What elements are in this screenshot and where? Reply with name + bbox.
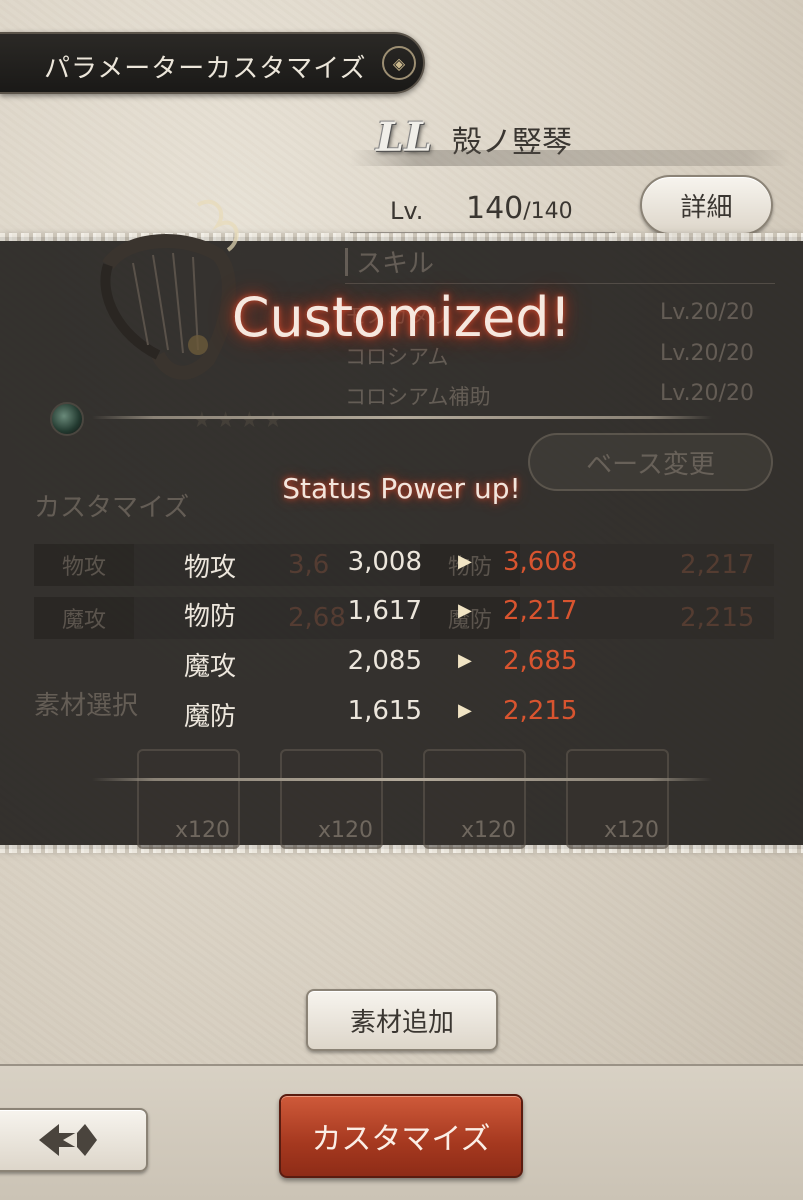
divider (92, 778, 712, 781)
stat-row: 物防 1,617 ▶ 2,217 (0, 596, 803, 636)
arrow-right-icon: ▶ (458, 700, 472, 721)
level-label: Lv. (390, 197, 424, 225)
stat-new-value: 3,608 (503, 547, 578, 577)
stat-new-value: 2,217 (503, 596, 578, 626)
stat-old-value: 1,617 (347, 596, 422, 626)
arrow-right-icon: ▶ (458, 551, 472, 572)
stat-name: 魔攻 (184, 652, 237, 682)
divider (92, 416, 712, 419)
skill-header-line (345, 283, 775, 284)
stat-old-value: 3,008 (347, 547, 422, 577)
stat-row: 魔防 1,615 ▶ 2,215 (0, 696, 803, 736)
torn-edge-bottom (0, 845, 803, 853)
stat-old-value: 1,615 (347, 696, 422, 726)
element-orb-icon (50, 402, 84, 436)
name-underline (350, 150, 790, 166)
level-current: 140 (466, 191, 524, 226)
arrow-right-icon: ▶ (458, 650, 472, 671)
diamond-emblem-icon: ◈ (382, 46, 416, 80)
power-up-subtitle: Status Power up! (282, 472, 521, 505)
add-material-button[interactable]: 素材追加 (306, 989, 498, 1051)
material-count: x120 (175, 818, 231, 843)
page-title: パラメーターカスタマイズ (44, 54, 367, 84)
material-count: x120 (461, 818, 517, 843)
stat-old-value: 2,085 (347, 646, 422, 676)
skill-level: Lv.20/20 (660, 381, 754, 406)
stat-name: 物防 (184, 602, 237, 632)
rarity-stars: ★★★★ (192, 408, 287, 433)
detail-button[interactable]: 詳細 (640, 175, 773, 235)
material-count: x120 (604, 818, 660, 843)
stat-new-value: 2,685 (503, 646, 578, 676)
customize-button[interactable]: カスタマイズ (279, 1094, 523, 1178)
stat-row: 魔攻 2,085 ▶ 2,685 (0, 646, 803, 686)
stat-name: 魔防 (184, 702, 237, 732)
stat-name: 物攻 (184, 553, 237, 583)
title-bar: パラメーターカスタマイズ ◈ (0, 32, 425, 94)
arrow-right-icon: ▶ (458, 600, 472, 621)
skill-name: コロシアム補助 (345, 385, 491, 409)
skill-header: スキル (356, 249, 435, 279)
material-count: x120 (318, 818, 374, 843)
stat-new-value: 2,215 (503, 696, 578, 726)
level-value: 140/140 (466, 191, 573, 226)
skill-header-bar (345, 248, 348, 276)
level-max: /140 (523, 199, 573, 224)
customized-banner: Customized! (231, 286, 572, 349)
stat-row: 物攻 3,008 ▶ 3,608 (0, 547, 803, 587)
back-arrow-icon (39, 1124, 97, 1156)
back-button[interactable] (0, 1108, 148, 1172)
